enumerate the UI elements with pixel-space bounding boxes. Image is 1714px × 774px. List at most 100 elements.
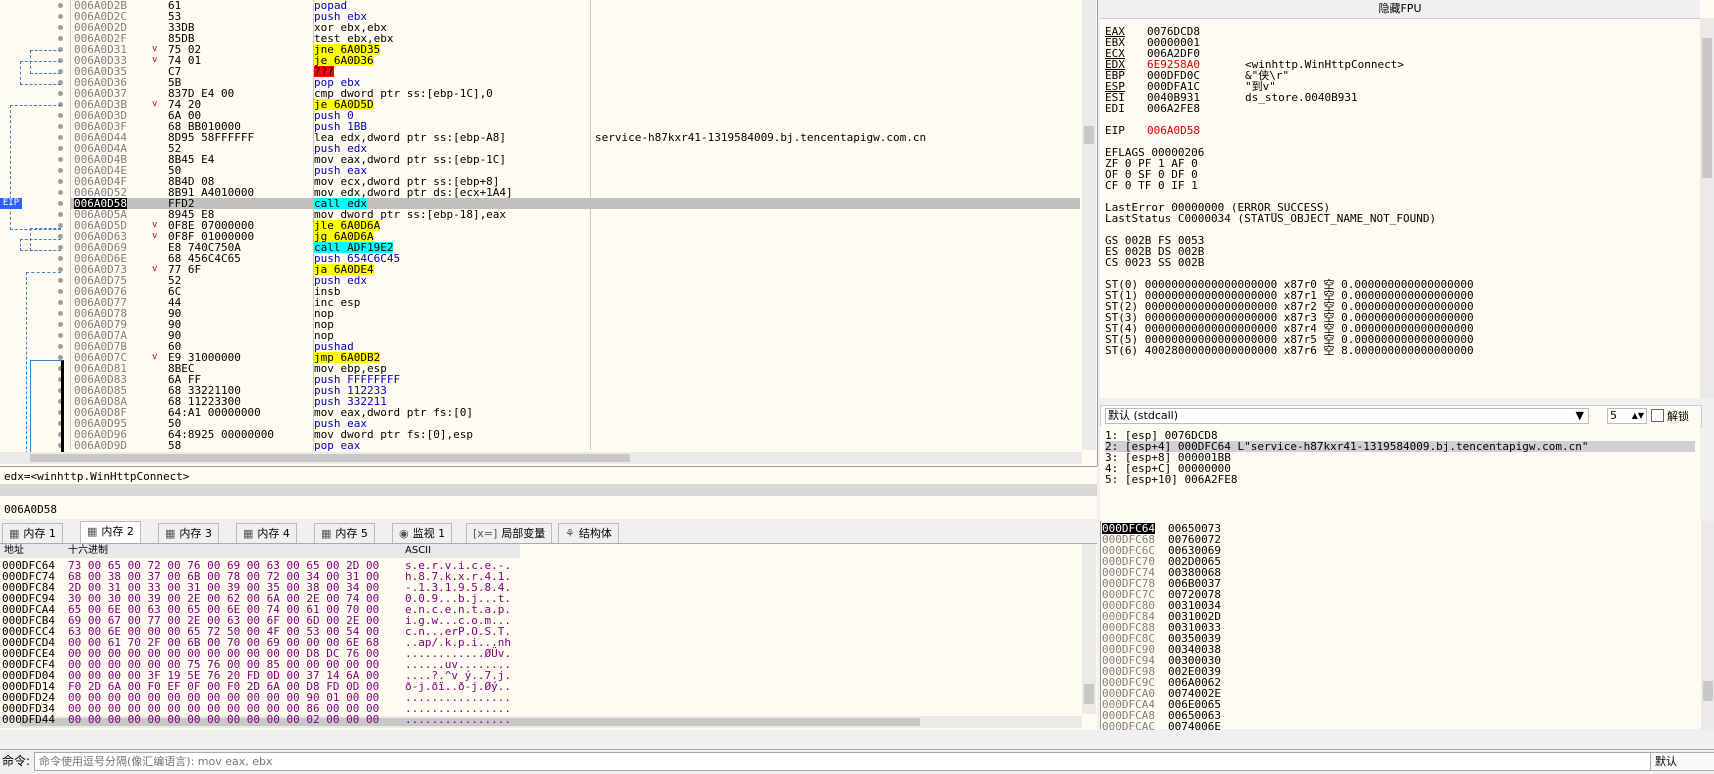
- disasm-row[interactable]: 006A0D7C v E9 31000000 jmp 6A0DB2: [58, 352, 1080, 363]
- locals-icon: [x=]: [473, 527, 498, 540]
- disasm-row[interactable]: 006A0D37 837D E4 00 cmp dword ptr ss:[ebp-…: [58, 88, 1080, 99]
- dump-hex[interactable]: 00 00 00 00 00 00 00 00 00 00 00 00 02 0…: [68, 714, 379, 726]
- disasm-instruction: pop eax: [314, 439, 361, 452]
- disasm-row[interactable]: 006A0D81 8BEC mov ebp,esp: [58, 363, 1080, 374]
- tab-memory-4[interactable]: ▦ 内存 4: [236, 523, 297, 544]
- info-divider: [0, 484, 1097, 496]
- jump-arrow: [20, 61, 61, 85]
- stack-arg-row[interactable]: 5: [esp+10] 006A2FE8: [1105, 474, 1237, 485]
- breakpoint-dot[interactable]: [58, 25, 63, 30]
- disasm-horizontal-scrollbar[interactable]: [0, 452, 1082, 464]
- dump-vertical-scrollbar[interactable]: [1082, 544, 1096, 714]
- register-value[interactable]: 006A2FE8: [1147, 103, 1200, 115]
- breakpoint-dot[interactable]: [58, 36, 63, 41]
- eip-marker: EIP: [0, 198, 22, 209]
- info-panel: edx=<winhttp.WinHttpConnect> 006A0D58: [0, 466, 1097, 519]
- segment-row: CS 0023 SS 002B: [1105, 256, 1205, 269]
- register-name: EIP: [1105, 124, 1125, 137]
- disasm-address: 006A0D9D: [74, 439, 127, 452]
- tab-memory-1[interactable]: ▦ 内存 1: [2, 523, 63, 544]
- info-line-address: 006A0D58: [4, 503, 57, 516]
- tab-memory-3[interactable]: ▦ 内存 3: [158, 523, 219, 544]
- disasm-bytes: 58: [168, 439, 182, 452]
- disasm-row[interactable]: 006A0D44 8D95 58FFFFFF lea edx,dword ptr s…: [58, 131, 1080, 144]
- disasm-row[interactable]: 006A0D4A 52 push edx: [58, 143, 1080, 154]
- disasm-vertical-scrollbar[interactable]: [1082, 0, 1096, 450]
- tab-label: 内存 4: [257, 527, 290, 540]
- register-comment: ds_store.0040B931: [1245, 91, 1358, 104]
- breakpoint-dot[interactable]: [58, 3, 63, 8]
- jump-indicator-icon: v: [152, 44, 158, 54]
- spinner-arrows-icon: ▲▼: [1631, 411, 1644, 420]
- register-value[interactable]: 006A0D58: [1147, 125, 1200, 137]
- disasm-row[interactable]: 006A0D79 90 nop: [58, 319, 1080, 330]
- disasm-row[interactable]: 006A0D2F 85DB test ebx,ebx: [58, 33, 1080, 44]
- disasm-row[interactable]: 006A0D31 v 75 02 jne 6A0D35: [58, 44, 1080, 55]
- disasm-row[interactable]: 006A0D7A 90 nop: [58, 330, 1080, 341]
- dump-header: 地址 十六进制 ASCII: [0, 544, 520, 558]
- register-name: EDI: [1105, 102, 1125, 115]
- stack-vertical-scrollbar[interactable]: [1701, 521, 1714, 729]
- breakpoint-dot[interactable]: [58, 256, 63, 261]
- dump-address: 000DFD44: [2, 713, 55, 726]
- breakpoint-dot[interactable]: [58, 91, 63, 96]
- disasm-row[interactable]: 006A0D2C 53 push ebx: [58, 11, 1080, 22]
- tab-struct-8[interactable]: ⚘ 结构体: [558, 523, 619, 544]
- fpu-row[interactable]: ST(6) 40028000000000000000 x87r6 空 8.000…: [1105, 345, 1474, 357]
- calling-convention-select[interactable]: 默认 (stdcall) ▼: [1105, 408, 1589, 424]
- arg-count-value: 5: [1610, 409, 1617, 422]
- disasm-row[interactable]: 006A0D52 8B91 A4010000 mov edx,dword ptr d…: [58, 187, 1080, 198]
- stack-value[interactable]: 0074006E: [1168, 721, 1221, 732]
- tab-locals-7[interactable]: [x=] 局部变量: [466, 523, 553, 544]
- command-input[interactable]: [34, 752, 1654, 771]
- disasm-row[interactable]: 006A0D6E 68 456C4C65 push 654C6C45: [58, 253, 1080, 264]
- jump-indicator-icon: v: [152, 231, 158, 241]
- disasm-row[interactable]: 006A0D35 C7???: [58, 66, 1080, 77]
- jump-indicator-icon: v: [152, 55, 158, 65]
- memory-icon: ▦: [243, 527, 254, 540]
- disasm-row[interactable]: 006A0D3B v 74 20 je 6A0D5D: [58, 99, 1080, 110]
- memory-icon: ▦: [9, 527, 20, 540]
- disassembly-view[interactable]: 006A0D2B 61 popad 006A0D2C 53 push ebx 006A0D2…: [0, 0, 1098, 466]
- disasm-row[interactable]: 006A0D2B 61 popad: [58, 0, 1080, 11]
- tab-watch-6[interactable]: ◉ 监视 1: [392, 523, 453, 544]
- disasm-comment: service-h87kxr41-1319584009.bj.tencentap…: [595, 131, 927, 144]
- disasm-row[interactable]: 006A0D96 64:8925 00000000 mov dword ptr fs…: [58, 428, 1080, 441]
- laststatus-row: LastStatus C0000034 (STATUS_OBJECT_NAME_…: [1105, 212, 1437, 225]
- info-line-register: edx=<winhttp.WinHttpConnect>: [4, 470, 190, 483]
- disasm-bytes: 64:8925 00000000: [168, 428, 274, 441]
- disasm-row[interactable]: 006A0D33 v 74 01 je 6A0D36: [58, 55, 1080, 66]
- disasm-row[interactable]: 006A0D58 FFD2 call edx: [58, 198, 1080, 209]
- jump-indicator-icon: v: [152, 220, 158, 230]
- disasm-row[interactable]: 006A0D78 90 nop: [58, 308, 1080, 319]
- disasm-row[interactable]: 006A0D4E 50 push eax: [58, 165, 1080, 176]
- flags-row[interactable]: CF 0 TF 0 IF 1: [1105, 180, 1198, 192]
- tab-memory-5[interactable]: ▦ 内存 5: [314, 523, 375, 544]
- hide-fpu-button[interactable]: 隐藏FPU: [1100, 0, 1700, 19]
- disasm-row[interactable]: 006A0D76 6C insb: [58, 286, 1080, 297]
- stack-address: 000DFCAC: [1102, 720, 1155, 733]
- unlock-label: 解锁: [1667, 410, 1689, 423]
- jump-arrow: [30, 360, 64, 462]
- dump-ascii[interactable]: ................: [405, 714, 511, 726]
- tab-memory-2[interactable]: ▦ 内存 2: [80, 521, 141, 544]
- disasm-row[interactable]: 006A0D75 52 push edx: [58, 275, 1080, 286]
- disasm-row[interactable]: 006A0D2D 33DB xor ebx,ebx: [58, 22, 1080, 33]
- disasm-row[interactable]: 006A0D9D 58 pop eax: [58, 439, 1080, 452]
- watch-icon: ◉: [399, 527, 409, 540]
- memory-icon: ▦: [165, 527, 176, 540]
- chevron-down-icon: ▼: [1575, 409, 1584, 422]
- disasm-row[interactable]: 006A0D77 44 inc esp: [58, 297, 1080, 308]
- disasm-row[interactable]: 006A0D73 v 77 6F ja 6A0DE4: [58, 264, 1080, 275]
- disasm-row[interactable]: 006A0D4B 8B45 E4 mov eax,dword ptr ss:[ebp…: [58, 154, 1080, 165]
- registers-vertical-scrollbar[interactable]: [1700, 18, 1714, 398]
- dump-col-ascii: ASCII: [405, 545, 432, 556]
- unlock-checkbox[interactable]: [1651, 409, 1664, 422]
- disasm-row[interactable]: 006A0D8F 64:A1 00000000 mov eax,dword ptr …: [58, 407, 1080, 418]
- memory-icon: ▦: [87, 525, 98, 538]
- dump-col-address: 地址: [4, 545, 24, 556]
- breakpoint-dot[interactable]: [58, 14, 63, 19]
- command-mode-select[interactable]: 默认: [1650, 752, 1714, 771]
- arg-count-spinner[interactable]: 5 ▲▼: [1607, 408, 1647, 424]
- dump-col-hex: 十六进制: [68, 545, 108, 556]
